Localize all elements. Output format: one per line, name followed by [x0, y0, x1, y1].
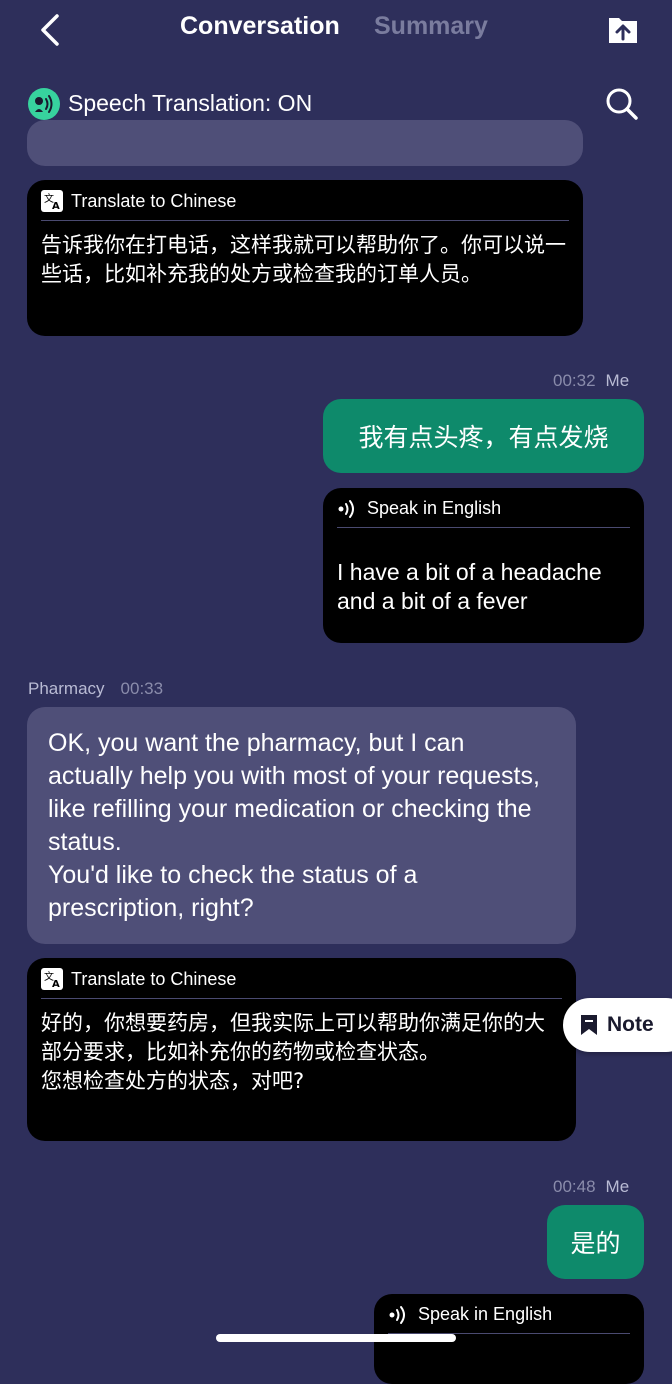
note-button[interactable]: Note [563, 998, 672, 1052]
translation-header-label: Translate to Chinese [71, 190, 237, 211]
translation-header-label: Translate to Chinese [71, 968, 237, 989]
translation-text: 告诉我你在打电话，这样我就可以帮助你了。你可以说一些话，比如补充我的处方或检查我… [41, 233, 566, 286]
message-text: OK, you want the pharmacy, but I can act… [48, 729, 540, 856]
incoming-message-bubble: OK, you want the pharmacy, but I can act… [27, 707, 576, 944]
back-button[interactable] [30, 8, 70, 52]
message-text: 是的 [570, 1229, 621, 1258]
translate-icon: 文 A [41, 968, 63, 990]
translation-bubble: Speak in English I have a bit of a heada… [323, 488, 644, 643]
export-button[interactable] [606, 12, 640, 46]
chevron-left-icon [41, 14, 59, 46]
message-time: 00:48 [553, 1177, 596, 1196]
home-indicator[interactable] [216, 1334, 456, 1342]
message-meta: 00:32 Me [553, 371, 629, 391]
outgoing-message-bubble: 是的 [547, 1205, 644, 1279]
translation-text: 好的，你想要药房，但我实际上可以帮助你满足你的大部分要求，比如补充你的药物或检查… [41, 1011, 545, 1064]
message-sender: Me [605, 371, 630, 390]
translation-header-label: Speak in English [367, 498, 502, 518]
message-sender: Pharmacy [28, 679, 105, 698]
message-meta: 00:48 Me [553, 1177, 629, 1197]
upload-icon [609, 18, 637, 43]
message-time: 00:32 [553, 371, 596, 390]
message-bubble-previous [27, 120, 583, 166]
svg-text:A: A [52, 979, 60, 990]
translation-bubble: 文 A Translate to Chinese 告诉我你在打电话，这样我就可以… [27, 180, 583, 336]
translation-header: Speak in English [323, 488, 644, 519]
translation-bubble: 文 A Translate to Chinese 好的，你想要药房，但我实际上可… [27, 958, 576, 1141]
tab-conversation[interactable]: Conversation [180, 12, 340, 41]
outgoing-message-bubble: 我有点头疼，有点发烧 [323, 399, 644, 473]
bookmark-icon [581, 1015, 597, 1035]
message-sender: Me [605, 1177, 630, 1196]
speech-translation-icon [28, 88, 60, 120]
search-icon [606, 88, 638, 120]
message-meta: Pharmacy 00:33 [28, 679, 163, 699]
message-time: 00:33 [120, 679, 164, 698]
translation-header-label: Speak in English [418, 1304, 553, 1324]
speech-translation-status: Speech Translation: ON [68, 90, 313, 116]
translation-header: 文 A Translate to Chinese [27, 180, 583, 212]
message-text: 我有点头疼，有点发烧 [358, 423, 609, 452]
tab-summary[interactable]: Summary [374, 12, 488, 41]
translation-header: Speak in English [374, 1294, 644, 1325]
search-button[interactable] [604, 86, 640, 122]
svg-text:A: A [52, 201, 60, 212]
translation-text: I have a bit of a headache and a bit of … [337, 559, 602, 614]
translation-text: 您想检查处方的状态，对吧? [41, 1069, 305, 1093]
translate-icon: 文 A [41, 190, 63, 212]
speaker-icon [389, 1305, 405, 1324]
speaker-icon [338, 499, 354, 518]
note-button-label: Note [607, 1013, 654, 1036]
message-text: You'd like to check the status of a pres… [48, 861, 418, 922]
translation-header: 文 A Translate to Chinese [27, 958, 576, 990]
